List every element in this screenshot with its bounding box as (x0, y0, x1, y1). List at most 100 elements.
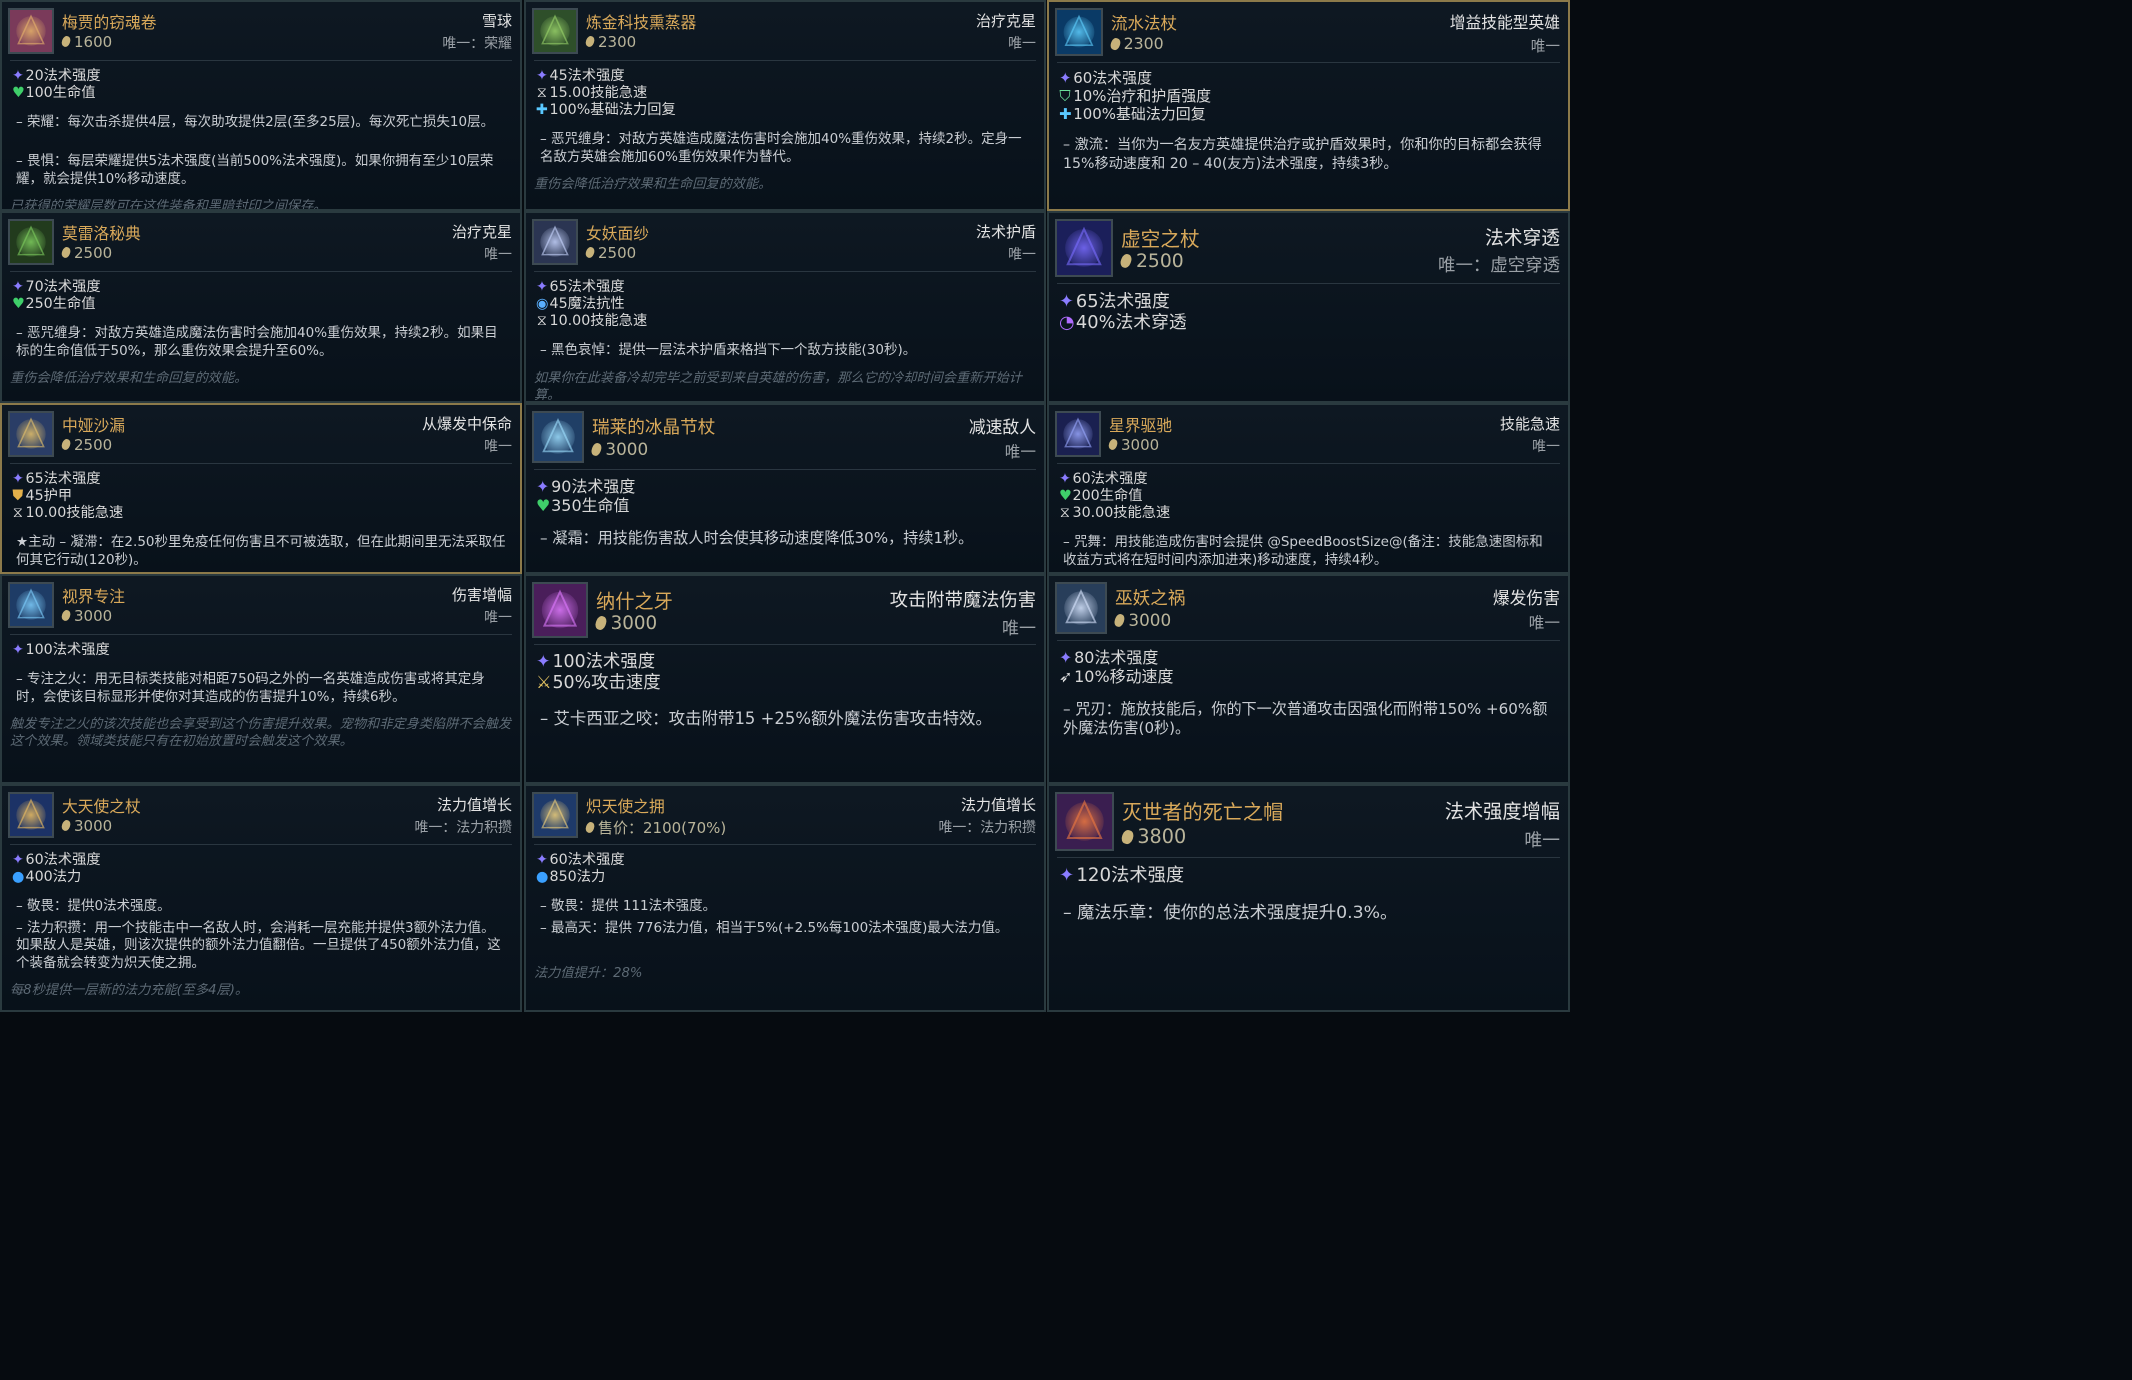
header-divider (1057, 640, 1560, 641)
item-card[interactable]: 灭世者的死亡之帽 3800 法术强度增幅 唯一 ✦ 120法术强度 – 魔法乐章：使你的总法… (1047, 784, 1570, 1012)
item-tag: 攻击附带魔法伤害 (889, 589, 1036, 611)
ap-stat-icon: ✦ (1059, 865, 1075, 886)
item-unique: 唯一 (484, 247, 512, 264)
stat-list: ✦ 100法术强度 (12, 642, 510, 659)
gold-icon (1113, 613, 1127, 629)
item-unique: 唯一 (1532, 439, 1560, 456)
header-divider (534, 271, 1036, 272)
item-cost-value: 3000 (74, 816, 113, 835)
item-cost-value: 2500 (598, 243, 637, 262)
item-cost: 2300 (1109, 34, 1164, 53)
lich-bane-icon (1055, 582, 1107, 634)
item-card[interactable]: 莫雷洛秘典 2500 治疗克星 唯一 ✦ 70法术强度 ♥250生命值 – 恶咒缠身：对敌方英… (0, 211, 522, 403)
item-card[interactable]: 视界专注 3000 伤害增幅 唯一 ✦ 100法术强度 – 专注之火：用无目标类技能对相距7… (0, 574, 522, 784)
stat-text: 15.00技能急速 (549, 85, 648, 102)
hp-stat-icon: ♥ (12, 296, 25, 313)
item-cost: 1600 (60, 32, 113, 51)
header-divider (1057, 857, 1560, 858)
stat-text: 70法术强度 (25, 279, 101, 295)
item-tag: 治疗克星 (975, 12, 1036, 30)
item-card[interactable]: 炼金科技熏蒸器 2300 治疗克星 唯一 ✦ 45法术强度 ⧖ 15.00技能急速 ✚ 100%基… (524, 0, 1046, 211)
item-cost-value: 3800 (1137, 825, 1187, 849)
item-card[interactable]: 炽天使之拥 售价：2100(70%) 法力值增长 唯一：法力积攒 ✦ 60法术强度 ●850… (524, 784, 1046, 1012)
item-tag: 技能急速 (1499, 415, 1560, 433)
item-card[interactable]: 瑞莱的冰晶节杖 3000 减速敌人 唯一 ✦ 90法术强度 ♥350生命值 – 凝霜：用技能伤… (524, 403, 1046, 574)
item-cost: 2500 (60, 244, 112, 262)
header-divider (534, 844, 1036, 845)
item-name: 星界驱驰 (1109, 416, 1172, 435)
item-name: 炼金科技熏蒸器 (586, 13, 697, 32)
item-unique: 唯一 (1008, 36, 1036, 53)
stat-list: ✦ 65法术强度 ◉45魔法抗性 ⧖ 10.00技能急速 (536, 279, 1034, 330)
item-cost-value: 3000 (1128, 610, 1172, 631)
passive-text: – 畏惧：每层荣耀提供5法术强度(当前500%法术强度)。如果你拥有至少10层荣… (16, 153, 494, 187)
item-card[interactable]: 大天使之杖 3000 法力值增长 唯一：法力积攒 ✦ 60法术强度 ●400法力 – 敬畏：提… (0, 784, 522, 1012)
item-card[interactable]: 梅贾的窃魂卷 1600 雪球 唯一：荣耀 ✦ 20法术强度 ♥100生命值 – 荣耀：每次击杀… (0, 0, 522, 211)
item-name: 女妖面纱 (586, 224, 649, 243)
item-name: 莫雷洛秘典 (62, 224, 141, 243)
item-cost-value: 售价：2100(70%) (598, 818, 727, 837)
gold-icon (60, 245, 72, 260)
item-card[interactable]: 中娅沙漏 2500 从爆发中保命 唯一 ✦ 65法术强度 ⛊ 45护甲 ⧖ 10.00技能急速 ★主… (0, 403, 522, 574)
item-card[interactable]: 星界驱驰 3000 技能急速 唯一 ✦ 60法术强度 ♥200生命值 ⧖ 30.00技能急速 – … (1047, 403, 1570, 574)
stat-list: ✦ 60法术强度 ●850法力 (536, 852, 1034, 886)
item-card[interactable]: 纳什之牙 3000 攻击附带魔法伤害 唯一 ✦ 100法术强度 ⚔50%攻击速度 – 艾卡西亚… (524, 574, 1046, 784)
flavor-text: 重伤会降低治疗效果和生命回复的效能。 (10, 371, 248, 387)
censer-icon (532, 8, 578, 54)
item-cost-value: 3000 (605, 439, 649, 460)
ap-stat-icon: ✦ (1059, 291, 1074, 312)
ap-stat-icon: ✦ (12, 642, 24, 658)
item-unique: 唯一：法力积攒 (938, 820, 1036, 837)
seraph-icon (532, 792, 578, 838)
item-tag: 爆发伤害 (1492, 587, 1560, 608)
header-divider (1057, 463, 1560, 464)
stat-text: 20法术强度 (25, 68, 101, 84)
stat-row: ✦ 20法术强度 (12, 68, 510, 85)
stat-row: ✚ 100%基础法力回复 (536, 102, 1034, 119)
stat-row: ⚔50%攻击速度 (536, 673, 1034, 694)
item-cost-value: 1600 (74, 32, 113, 51)
header-divider (1057, 283, 1560, 284)
stat-row: ✦ 100法术强度 (536, 652, 1034, 673)
item-card[interactable]: 巫妖之祸 3000 爆发伤害 唯一 ✦ 80法术强度 ➶ 10%移动速度 – 咒刃：施放技能后，… (1047, 574, 1570, 784)
stat-text: 45魔法抗性 (549, 296, 625, 313)
stat-list: ✦ 60法术强度 ●400法力 (12, 852, 510, 886)
stat-row: ♥250生命值 (12, 296, 510, 313)
item-tag: 法术强度增幅 (1444, 800, 1560, 824)
stat-row: ✦ 80法术强度 (1059, 648, 1558, 667)
ap-stat-icon: ✦ (536, 279, 548, 295)
item-unique: 唯一 (1528, 614, 1560, 632)
heal-stat-icon: ⛉ (1059, 86, 1071, 105)
ap-stat-icon: ✦ (1059, 648, 1073, 667)
ap-stat-icon: ✦ (536, 68, 548, 84)
passive-text: – 凝霜：用技能伤害敌人时会使其移动速度降低30%，持续1秒。 (540, 528, 974, 547)
item-card[interactable]: 虚空之杖 2500 法术穿透 唯一：虚空穿透 ✦ 65法术强度 ◔40%法术穿透 (1047, 211, 1570, 403)
item-unique: 唯一：法力积攒 (414, 820, 512, 837)
stat-text: 45护甲 (25, 488, 73, 505)
stat-row: ✦ 100法术强度 (12, 642, 510, 659)
stat-row: ♥100生命值 (12, 85, 510, 102)
item-unique: 唯一 (1002, 619, 1036, 640)
item-cost-value: 2500 (1136, 251, 1184, 273)
passive-text: – 法力积攒：用一个技能击中一名敌人时，会消耗一层充能并提供3额外法力值。如果敌… (16, 919, 501, 971)
stat-text: 10.00技能急速 (549, 313, 648, 330)
item-card[interactable]: 流水法杖 2300 增益技能型英雄 唯一 ✦ 60法术强度 ⛉ 10%治疗和护盾强度 ✚ 100%… (1047, 0, 1570, 211)
ap-stat-icon: ✦ (536, 652, 551, 672)
stat-list: ✦ 80法术强度 ➶ 10%移动速度 (1059, 648, 1558, 686)
tome-icon (8, 219, 54, 265)
header-divider (10, 60, 512, 61)
stat-row: ◉45魔法抗性 (536, 296, 1034, 313)
stat-list: ✦ 90法术强度 ♥350生命值 (536, 477, 1034, 515)
item-card[interactable]: 女妖面纱 2500 法术护盾 唯一 ✦ 65法术强度 ◉45魔法抗性 ⧖ 10.00技能急速 – … (524, 211, 1046, 403)
ms-stat-icon: ➶ (1059, 667, 1073, 687)
haste-stat-icon: ⧖ (12, 505, 23, 522)
passive-text: – 艾卡西亚之咬：攻击附带15 +25%额外魔法伤害攻击特效。 (540, 709, 992, 729)
passive-text: – 敬畏：提供 111法术强度。 (540, 898, 717, 915)
hourglass-icon (8, 411, 54, 457)
ap-stat-icon: ✦ (12, 279, 24, 295)
stat-text: 60法术强度 (1073, 69, 1153, 87)
archangel-staff-icon (8, 792, 54, 838)
stat-list: ✦ 45法术强度 ⧖ 15.00技能急速 ✚ 100%基础法力回复 (536, 68, 1034, 119)
gold-icon (584, 245, 596, 260)
stat-text: 100法术强度 (25, 642, 110, 658)
